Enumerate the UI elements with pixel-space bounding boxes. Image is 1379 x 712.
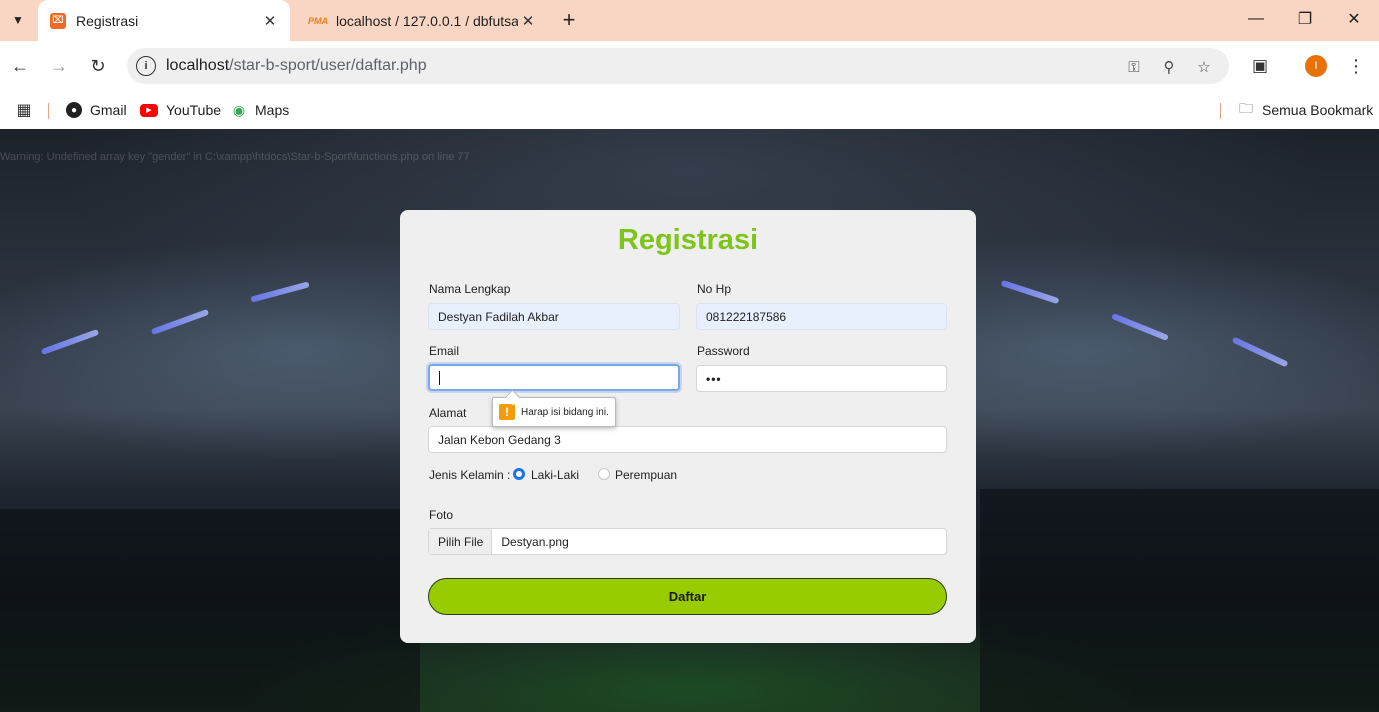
- email-input[interactable]: [428, 364, 680, 391]
- bookmark-separator: [48, 103, 49, 119]
- bookmark-star-icon[interactable]: ☆: [1193, 56, 1215, 78]
- tab-title: Registrasi: [76, 12, 139, 29]
- url-host: localhost: [166, 57, 230, 74]
- stadium-light: [1111, 312, 1169, 342]
- radio-perempuan-label[interactable]: Perempuan: [615, 468, 677, 482]
- arrow-right-icon: →: [50, 55, 68, 76]
- stadium-light: [150, 308, 210, 336]
- choose-file-button[interactable]: Pilih File: [429, 529, 493, 554]
- stadium-stand: [980, 489, 1379, 712]
- validation-message: Harap isi bidang ini.: [521, 406, 609, 418]
- close-tab-icon[interactable]: ✕: [260, 11, 280, 31]
- nama-label: Nama Lengkap: [429, 282, 511, 296]
- apps-button[interactable]: ▦: [16, 98, 40, 122]
- restore-icon: ❐: [1297, 11, 1313, 28]
- xampp-icon: ⌧: [50, 12, 66, 29]
- foto-file-input[interactable]: Pilih File Destyan.png: [428, 528, 947, 555]
- zoom-icon[interactable]: ⚲: [1158, 56, 1180, 78]
- hp-input[interactable]: 081222187586: [696, 303, 947, 330]
- php-warning-text: Warning: Undefined array key "gender" in…: [0, 151, 470, 163]
- validation-tooltip: ! Harap isi bidang ini.: [492, 397, 616, 427]
- reload-button[interactable]: ↻: [86, 54, 110, 78]
- bookmark-label: YouTube: [166, 102, 222, 118]
- reload-icon: ↻: [90, 55, 106, 76]
- gmail-icon: ●: [66, 102, 82, 118]
- tab-title: localhost / 127.0.0.1 / dbfutsal /: [336, 12, 518, 29]
- youtube-icon: ▶: [140, 103, 158, 117]
- back-button[interactable]: ←: [8, 54, 32, 78]
- tab-phpmyadmin[interactable]: PMA localhost / 127.0.0.1 / dbfutsal / ✕: [298, 0, 548, 41]
- page-title: Registrasi: [617, 224, 759, 256]
- password-label: Password: [697, 344, 750, 358]
- bookmark-label: Gmail: [90, 102, 127, 118]
- new-tab-button[interactable]: +: [557, 7, 581, 32]
- restore-button[interactable]: ❐: [1282, 0, 1328, 38]
- hp-label: No Hp: [697, 282, 732, 296]
- address-bar[interactable]: i localhost/star-b-sport/user/daftar.php…: [127, 48, 1229, 84]
- phpmyadmin-icon: PMA: [308, 15, 328, 26]
- close-tab-icon[interactable]: ✕: [518, 11, 538, 31]
- bookmark-separator: [1220, 103, 1221, 119]
- apps-grid-icon: ▦: [16, 102, 32, 119]
- radio-perempuan[interactable]: [598, 468, 610, 480]
- page-viewport: Warning: Undefined array key "gender" in…: [0, 129, 1379, 712]
- foto-label: Foto: [429, 508, 454, 522]
- close-icon: ✕: [1347, 11, 1361, 28]
- alamat-input[interactable]: Jalan Kebon Gedang 3: [428, 426, 947, 453]
- radio-laki-laki[interactable]: [513, 468, 525, 480]
- all-bookmarks-label: Semua Bookmark: [1262, 102, 1374, 118]
- profile-avatar[interactable]: I: [1305, 55, 1327, 77]
- plus-icon: +: [562, 7, 576, 32]
- url-text: localhost/star-b-sport/user/daftar.php: [166, 57, 427, 75]
- site-info-icon[interactable]: i: [136, 56, 156, 76]
- bookmarks-bar: ▦ ● Gmail ▶ YouTube ◉ Maps 🗀 Semua Bookm…: [0, 91, 1379, 129]
- stadium-light: [1231, 336, 1289, 368]
- tab-registrasi[interactable]: ⌧ Registrasi ✕: [38, 0, 290, 41]
- stadium-light: [40, 328, 100, 356]
- minimize-icon: —: [1248, 10, 1264, 27]
- chevron-down-icon: ▼: [12, 13, 24, 27]
- stadium-stand: [0, 509, 420, 712]
- minimize-button[interactable]: —: [1233, 0, 1279, 38]
- tab-strip: ▼ ⌧ Registrasi ✕ PMA localhost / 127.0.0…: [0, 0, 1379, 41]
- extensions-icon[interactable]: ▣: [1248, 54, 1272, 78]
- url-path: /star-b-sport/user/daftar.php: [229, 57, 427, 74]
- daftar-button[interactable]: Daftar: [428, 578, 947, 615]
- password-input[interactable]: •••: [696, 365, 947, 392]
- gender-label: Jenis Kelamin :: [429, 468, 511, 482]
- folder-icon: 🗀: [1239, 100, 1253, 116]
- alamat-label: Alamat: [429, 406, 467, 420]
- bookmark-gmail[interactable]: ● Gmail: [66, 98, 127, 122]
- email-label: Email: [429, 344, 460, 358]
- bookmark-maps[interactable]: ◉ Maps: [231, 98, 289, 122]
- warning-icon: !: [499, 404, 515, 420]
- stadium-light: [1000, 279, 1060, 305]
- maps-icon: ◉: [232, 101, 246, 118]
- file-name: Destyan.png: [501, 534, 569, 549]
- nama-input[interactable]: Destyan Fadilah Akbar: [428, 303, 680, 330]
- arrow-left-icon: ←: [11, 55, 29, 76]
- password-key-icon[interactable]: ⚿: [1123, 56, 1145, 78]
- all-bookmarks-button[interactable]: 🗀 Semua Bookmark: [1238, 98, 1373, 122]
- bookmark-label: Maps: [255, 102, 290, 118]
- browser-toolbar: ← → ↻ i localhost/star-b-sport/user/daft…: [0, 41, 1379, 91]
- text-caret: [439, 370, 440, 385]
- forward-button[interactable]: →: [47, 54, 71, 78]
- more-menu-icon[interactable]: ⋮: [1344, 54, 1368, 78]
- close-window-button[interactable]: ✕: [1331, 0, 1377, 38]
- tab-search-button[interactable]: ▼: [6, 8, 30, 32]
- stadium-light: [250, 281, 310, 303]
- radio-laki-laki-label[interactable]: Laki-Laki: [531, 468, 579, 482]
- bookmark-youtube[interactable]: ▶ YouTube: [140, 98, 221, 122]
- registration-card: Registrasi Nama Lengkap Destyan Fadilah …: [400, 210, 976, 643]
